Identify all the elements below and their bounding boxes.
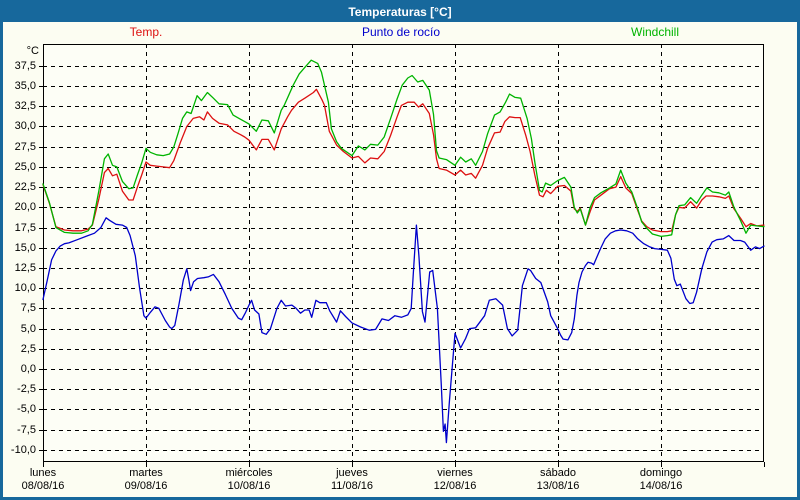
y-tick-label: 10,0: [3, 281, 36, 295]
legend-item-dew-point: Punto de rocío: [362, 25, 440, 39]
app-window: Temperaturas [°C] Temp. Punto de rocío W…: [0, 0, 800, 500]
day-name: viernes: [407, 467, 503, 480]
day-name: martes: [98, 467, 194, 480]
day-name: domingo: [613, 467, 709, 480]
x-day-label: sábado13/08/16: [510, 467, 606, 493]
day-date: 08/08/16: [0, 480, 91, 493]
y-tick-label: 30,0: [3, 119, 36, 133]
window-title: Temperaturas [°C]: [3, 3, 797, 22]
x-day-label: lunes08/08/16: [0, 467, 91, 493]
day-name: miércoles: [201, 467, 297, 480]
legend-item-windchill: Windchill: [631, 25, 679, 39]
y-tick-label: 37,5: [3, 59, 36, 73]
temperature-line-chart: [39, 44, 768, 472]
y-tick-label: 12,5: [3, 261, 36, 275]
x-day-label: jueves11/08/16: [304, 467, 400, 493]
day-date: 10/08/16: [201, 480, 297, 493]
y-tick-label: 35,0: [3, 79, 36, 93]
y-tick-label: -5,0: [3, 402, 36, 416]
y-tick-label: 20,0: [3, 200, 36, 214]
chart-legend: Temp. Punto de rocío Windchill: [3, 25, 797, 41]
plot-area: [39, 44, 768, 477]
x-day-label: martes09/08/16: [98, 467, 194, 493]
day-date: 12/08/16: [407, 480, 503, 493]
day-name: lunes: [0, 467, 91, 480]
y-tick-label: 15,0: [3, 241, 36, 255]
day-date: 13/08/16: [510, 480, 606, 493]
y-tick-label: -10,0: [3, 443, 36, 457]
y-tick-label: 32,5: [3, 99, 36, 113]
y-tick-label: 27,5: [3, 140, 36, 154]
y-tick-label: 2,5: [3, 342, 36, 356]
day-date: 14/08/16: [613, 480, 709, 493]
x-day-label: domingo14/08/16: [613, 467, 709, 493]
day-date: 09/08/16: [98, 480, 194, 493]
y-tick-label: 25,0: [3, 160, 36, 174]
y-tick-label: 5,0: [3, 322, 36, 336]
y-tick-label: 17,5: [3, 221, 36, 235]
y-tick-label: 7,5: [3, 301, 36, 315]
chart-window: Temperaturas [°C] Temp. Punto de rocío W…: [0, 0, 800, 500]
x-day-label: viernes12/08/16: [407, 467, 503, 493]
day-date: 11/08/16: [304, 480, 400, 493]
plot-frame: [44, 45, 764, 462]
day-name: sábado: [510, 467, 606, 480]
x-day-label: miércoles10/08/16: [201, 467, 297, 493]
day-name: jueves: [304, 467, 400, 480]
y-axis-unit-label: °C: [5, 45, 39, 57]
y-tick-label: 22,5: [3, 180, 36, 194]
legend-item-temp: Temp.: [130, 25, 163, 39]
y-tick-label: -7,5: [3, 423, 36, 437]
y-tick-label: 0,0: [3, 362, 36, 376]
y-tick-label: -2,5: [3, 382, 36, 396]
